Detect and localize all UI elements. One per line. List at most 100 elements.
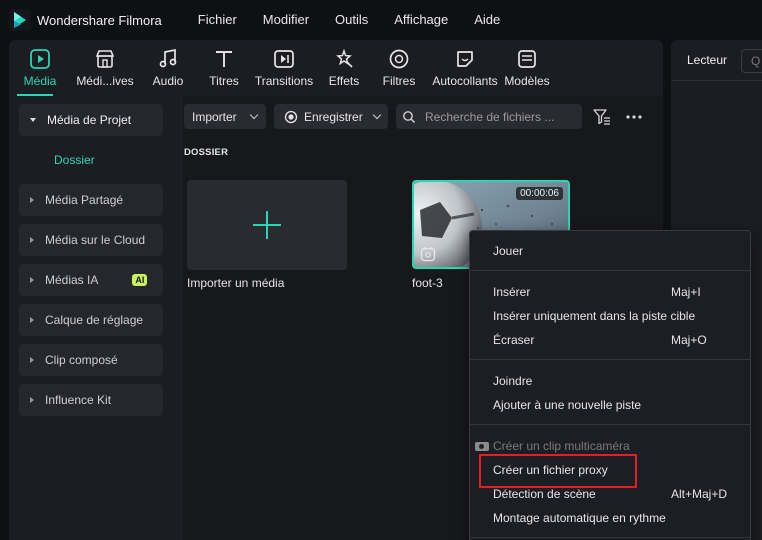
menu-separator bbox=[470, 359, 750, 360]
media-icon bbox=[30, 49, 50, 69]
record-button-label: Enregistrer bbox=[304, 109, 363, 124]
tab-label: Audio bbox=[152, 74, 184, 88]
tab-label: Effets bbox=[328, 74, 360, 88]
player-tab[interactable]: Lecteur bbox=[687, 53, 727, 67]
import-media-label: Importer un média bbox=[187, 276, 285, 290]
ai-badge: AI bbox=[132, 274, 148, 286]
menu-item-insert[interactable]: Insérer Maj+I bbox=[470, 281, 750, 303]
tab-label: Autocollants bbox=[432, 74, 498, 88]
menu-item-shortcut: Alt+Maj+D bbox=[671, 487, 728, 501]
chevron-right-icon bbox=[30, 357, 34, 363]
menu-item-label: Écraser bbox=[493, 333, 535, 347]
menu-item-label: Créer un clip multicaméra bbox=[493, 439, 630, 453]
stock-media-icon bbox=[95, 50, 115, 68]
more-options-icon[interactable] bbox=[625, 114, 643, 120]
effects-icon bbox=[336, 48, 353, 68]
menu-item-label: Détection de scène bbox=[493, 487, 596, 501]
menu-item-label: Jouer bbox=[493, 244, 524, 258]
chevron-down-icon bbox=[372, 110, 381, 120]
import-dropdown-button[interactable]: Importer bbox=[184, 104, 266, 129]
chevron-right-icon bbox=[30, 197, 34, 203]
sidebar-subitem-folder[interactable]: Dossier bbox=[54, 153, 95, 167]
menu-item-label: Ajouter à une nouvelle piste bbox=[493, 398, 642, 412]
filters-icon bbox=[389, 49, 409, 69]
sidebar-item-compound-clip[interactable]: Clip composé bbox=[19, 344, 163, 376]
menu-item-label: Montage automatique en rythme bbox=[493, 511, 666, 525]
sidebar-item-label: Influence Kit bbox=[45, 393, 112, 407]
tab-label: Modèles bbox=[504, 74, 550, 88]
sidebar-item-cloud-media[interactable]: Média sur le Cloud bbox=[19, 224, 163, 256]
menu-item-label: Insérer bbox=[493, 285, 531, 299]
record-icon bbox=[284, 110, 298, 123]
sidebar-item-label: Média de Projet bbox=[47, 113, 132, 127]
player-divider bbox=[671, 80, 762, 81]
chevron-right-icon bbox=[30, 397, 34, 403]
sidebar-item-project-media[interactable]: Média de Projet bbox=[19, 104, 163, 136]
menu-separator bbox=[470, 537, 750, 538]
sidebar-item-label: Média Partagé bbox=[45, 193, 124, 207]
player-search-field[interactable]: Q bbox=[741, 49, 762, 73]
tab-transitions[interactable]: Transitions bbox=[251, 40, 317, 96]
menu-separator bbox=[470, 424, 750, 425]
clip-name: foot-3 bbox=[412, 276, 443, 290]
tab-filters[interactable]: Filtres bbox=[371, 40, 427, 96]
menu-item-append[interactable]: Joindre bbox=[470, 370, 750, 392]
section-title: DOSSIER bbox=[184, 147, 229, 158]
menu-item-auto-beat-sync[interactable]: Montage automatique en rythme bbox=[470, 507, 750, 529]
search-box bbox=[396, 104, 582, 129]
templates-icon bbox=[518, 50, 536, 68]
audio-icon bbox=[159, 48, 177, 68]
tab-label: Média bbox=[23, 74, 57, 88]
tab-label: Filtres bbox=[382, 74, 416, 88]
stickers-icon bbox=[457, 51, 473, 67]
tab-label: Titres bbox=[209, 74, 239, 88]
tab-titles[interactable]: Titres bbox=[197, 40, 251, 96]
sidebar-item-shared-media[interactable]: Média Partagé bbox=[19, 184, 163, 216]
sidebar-item-influence-kit[interactable]: Influence Kit bbox=[19, 384, 163, 416]
tab-templates[interactable]: Modèles bbox=[503, 40, 551, 96]
plus-icon-bar bbox=[253, 224, 281, 226]
highlight-annotation-box bbox=[479, 454, 637, 488]
tab-label: Transitions bbox=[254, 74, 314, 88]
sidebar-item-label: Médias IA bbox=[45, 273, 99, 287]
tab-stickers[interactable]: Autocollants bbox=[427, 40, 503, 96]
search-icon bbox=[403, 110, 416, 123]
tab-audio[interactable]: Audio bbox=[139, 40, 197, 96]
menu-item-insert-target-track[interactable]: Insérer uniquement dans la piste cible bbox=[470, 305, 750, 327]
proxy-clip-icon bbox=[420, 247, 436, 262]
clip-duration: 00:00:06 bbox=[516, 187, 563, 200]
filter-icon[interactable] bbox=[592, 108, 612, 126]
menu-item-play[interactable]: Jouer bbox=[470, 240, 750, 262]
menu-item-overwrite[interactable]: Écraser Maj+O bbox=[470, 329, 750, 351]
menu-item-shortcut: Maj+O bbox=[671, 333, 707, 347]
transitions-icon bbox=[274, 50, 294, 68]
menu-item-shortcut: Maj+I bbox=[671, 285, 701, 299]
chevron-right-icon bbox=[30, 277, 34, 283]
chevron-down-icon bbox=[30, 118, 36, 122]
import-media-tile[interactable] bbox=[187, 180, 347, 270]
menu-modifier[interactable]: Modifier bbox=[255, 7, 317, 33]
search-input[interactable] bbox=[425, 109, 575, 124]
sidebar-item-label: Clip composé bbox=[45, 353, 118, 367]
tab-stock-media[interactable]: Médi...ives bbox=[71, 40, 139, 96]
filmora-logo-icon bbox=[9, 9, 31, 31]
chevron-down-icon bbox=[249, 110, 258, 120]
context-menu: Jouer Insérer Maj+I Insérer uniquement d… bbox=[469, 230, 751, 540]
title-bar: Wondershare Filmora Fichier Modifier Out… bbox=[0, 0, 762, 40]
menu-aide[interactable]: Aide bbox=[466, 7, 508, 33]
menu-item-label: Joindre bbox=[493, 374, 533, 388]
tab-effects[interactable]: Effets bbox=[317, 40, 371, 96]
sidebar-item-ai-media[interactable]: Médias IA AI bbox=[19, 264, 163, 296]
menu-separator bbox=[470, 270, 750, 271]
import-button-label: Importer bbox=[192, 109, 237, 124]
chevron-right-icon bbox=[30, 317, 34, 323]
sidebar-item-adjustment-layer[interactable]: Calque de réglage bbox=[19, 304, 163, 336]
titles-icon bbox=[216, 51, 232, 67]
menu-affichage[interactable]: Affichage bbox=[386, 7, 456, 33]
record-dropdown-button[interactable]: Enregistrer bbox=[274, 104, 388, 129]
menu-fichier[interactable]: Fichier bbox=[190, 7, 245, 33]
menu-outils[interactable]: Outils bbox=[327, 7, 376, 33]
media-tabs: Média Médi...ives Audio Titres Transitio… bbox=[9, 40, 663, 96]
tab-media[interactable]: Média bbox=[9, 40, 71, 96]
menu-item-add-new-track[interactable]: Ajouter à une nouvelle piste bbox=[470, 394, 750, 416]
